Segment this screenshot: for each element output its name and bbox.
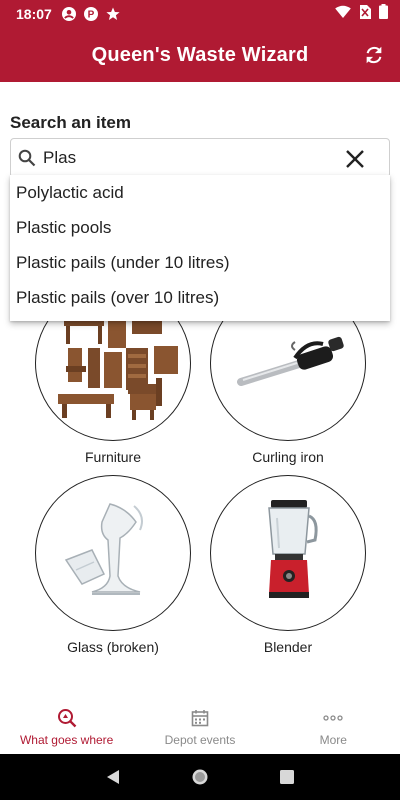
account-circle-icon [61, 7, 76, 21]
tab-what-goes-where[interactable]: What goes where [0, 700, 133, 754]
suggestion-list: Polylactic acid Plastic pools Plastic pa… [10, 175, 390, 321]
recents-icon[interactable] [276, 766, 298, 788]
system-nav-bar [0, 754, 400, 800]
tab-more[interactable]: More [267, 700, 400, 754]
item-label: Blender [263, 639, 313, 655]
svg-text:P: P [87, 10, 94, 21]
battery-icon [379, 4, 388, 24]
item-label: Curling iron [252, 449, 324, 465]
calendar-icon [189, 707, 211, 729]
search-field[interactable] [10, 138, 390, 178]
more-dots-icon [322, 707, 344, 729]
no-sim-icon [359, 4, 371, 24]
suggestion-item[interactable]: Plastic pails (over 10 litres) [10, 280, 390, 315]
search-icon [17, 148, 37, 168]
tab-label: More [319, 733, 347, 747]
tab-label: What goes where [19, 733, 114, 747]
item-label: Furniture [84, 449, 142, 465]
search-label: Search an item [10, 113, 131, 132]
parking-p-icon: P [83, 7, 98, 21]
close-icon[interactable] [343, 147, 367, 171]
search-input[interactable] [43, 148, 333, 168]
bottom-nav: What goes where Depot events More [0, 700, 400, 754]
broken-glass-image [35, 475, 191, 631]
blender-image [210, 475, 366, 631]
star-icon [106, 7, 120, 21]
item-label: Glass (broken) [67, 639, 159, 655]
wifi-icon [335, 5, 351, 24]
suggestion-item[interactable]: Plastic pails (under 10 litres) [10, 245, 390, 280]
suggestion-item[interactable]: Polylactic acid [10, 175, 390, 210]
item-blender[interactable]: Blender [208, 475, 368, 655]
status-time: 18:07 [16, 6, 52, 22]
recycle-search-icon [56, 707, 78, 729]
suggestion-item[interactable]: Plastic pools [10, 210, 390, 245]
home-icon[interactable] [189, 766, 211, 788]
back-icon[interactable] [102, 766, 124, 788]
tab-depot-events[interactable]: Depot events [133, 700, 266, 754]
item-glass-broken[interactable]: Glass (broken) [33, 475, 193, 655]
refresh-icon[interactable] [362, 43, 386, 67]
app-title: Queen's Waste Wizard [91, 43, 309, 66]
tab-label: Depot events [164, 733, 236, 747]
app-bar: Queen's Waste Wizard [0, 28, 400, 82]
status-bar: 18:07 P [0, 0, 400, 28]
